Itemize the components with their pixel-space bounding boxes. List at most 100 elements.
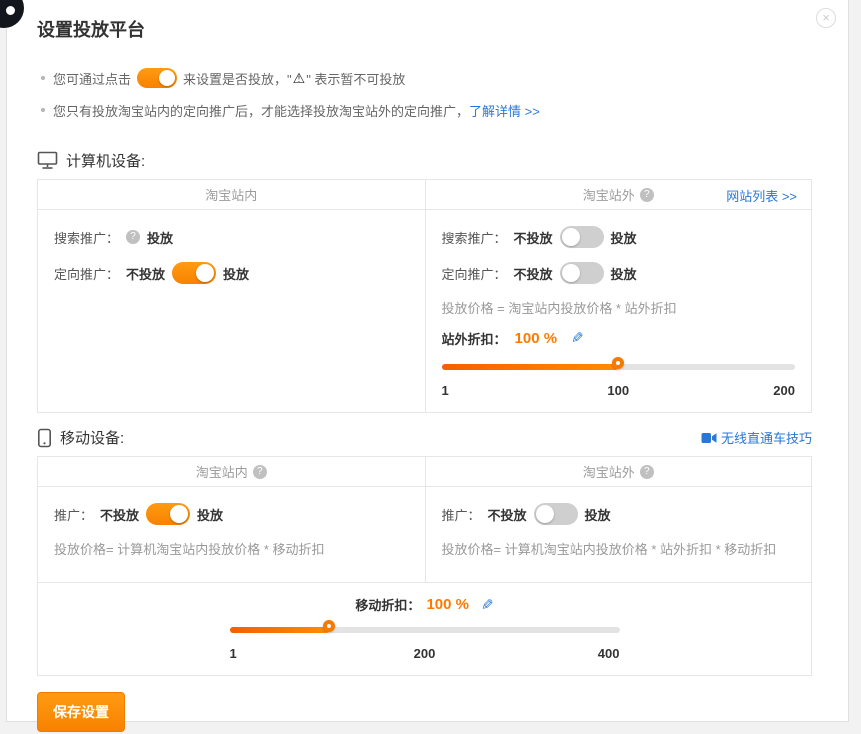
computer-offsite-header: 淘宝站外 ? 网站列表 >>: [425, 180, 812, 210]
mobile-discount-row: 移动折扣： 100 % ✎: [54, 595, 795, 614]
computer-offsite-search-toggle[interactable]: [560, 226, 604, 248]
computer-onsite-search-row: 搜索推广： ? 投放: [54, 226, 409, 248]
help-icon[interactable]: ?: [640, 188, 654, 202]
site-list-link[interactable]: 网站列表 >>: [726, 186, 797, 205]
toggle-off-label: 不投放: [514, 228, 553, 247]
computer-onsite-header: 淘宝站内: [38, 180, 425, 210]
toggle-on-label: 投放: [611, 264, 637, 283]
toggle-off-label: 不投放: [514, 264, 553, 283]
mobile-onsite-toggle[interactable]: [146, 503, 190, 525]
computer-offsite-header-label: 淘宝站外: [583, 185, 635, 204]
toggle-knob: [196, 264, 214, 282]
mobile-section-head: 移动设备: 无线直通车技巧: [37, 427, 812, 448]
mobile-video-icon: [701, 432, 717, 444]
close-icon[interactable]: ×: [816, 8, 836, 28]
tip-text: 您只有投放淘宝站内的定向推广后，才能选择投放淘宝站外的定向推广，: [53, 101, 469, 120]
slider-min-label: 1: [230, 646, 237, 661]
toggle-off-label: 不投放: [100, 505, 139, 524]
computer-offsite-search-row: 搜索推广： 不投放 投放: [442, 226, 796, 248]
computer-onsite-target-toggle[interactable]: [172, 262, 216, 284]
offsite-price-formula: 投放价格 = 淘宝站内投放价格 * 站外折扣: [442, 298, 796, 317]
mobile-slider-wrap: 1 200 400: [230, 620, 620, 661]
toggle-knob: [536, 505, 554, 523]
tip-toggle-usage: 您可通过点击 来设置是否投放，" ⚠ " 表示暂不可投放: [37, 66, 812, 90]
settings-dialog: × 设置投放平台 您可通过点击 来设置是否投放，" ⚠ " 表示暂不可投放 您只…: [6, 0, 849, 722]
edit-icon[interactable]: ✎: [571, 329, 584, 347]
offsite-discount-row: 站外折扣： 100 % ✎: [442, 327, 796, 349]
computer-section-head: 计算机设备:: [37, 150, 812, 171]
slider-mid-label: 100: [607, 383, 629, 398]
help-icon[interactable]: ?: [126, 230, 140, 244]
slider-handle[interactable]: [323, 620, 335, 632]
slider-fill: [230, 627, 329, 633]
mobile-discount-slider: [230, 620, 620, 640]
offsite-discount-slider: [442, 357, 796, 377]
mobile-discount-label: 移动折扣：: [355, 595, 420, 614]
computer-icon: [37, 151, 58, 170]
help-icon[interactable]: ?: [253, 465, 267, 479]
edit-icon[interactable]: ✎: [481, 596, 494, 614]
computer-panel-body: 搜索推广： ? 投放 定向推广： 不投放 投放 搜索推广： 不投放 投放: [38, 210, 811, 412]
computer-panel: 淘宝站内 淘宝站外 ? 网站列表 >> 搜索推广： ? 投放 定向推广： 不投放: [37, 179, 812, 413]
tip-text-end: " 表示暂不可投放: [306, 69, 405, 88]
mobile-panel-header: 淘宝站内 ? 淘宝站外 ?: [38, 457, 811, 487]
computer-offsite-target-row: 定向推广： 不投放 投放: [442, 262, 796, 284]
target-promo-label: 定向推广：: [442, 264, 507, 283]
wireless-tips-link[interactable]: 无线直通车技巧: [701, 428, 812, 447]
learn-more-link[interactable]: 了解详情 >>: [469, 101, 540, 120]
example-toggle: [137, 68, 177, 88]
slider-scale: 1 100 200: [442, 383, 796, 398]
search-promo-label: 搜索推广：: [442, 228, 507, 247]
tip-text-mid: 来设置是否投放，": [183, 69, 292, 88]
slider-handle[interactable]: [612, 357, 624, 369]
mobile-panel-body: 推广： 不投放 投放 投放价格= 计算机淘宝站内投放价格 * 移动折扣 推广： …: [38, 487, 811, 582]
tip-text-before: 您可通过点击: [53, 69, 131, 88]
slider-max-label: 200: [773, 383, 795, 398]
offsite-discount-value: 100 %: [515, 330, 558, 347]
promo-label: 推广：: [54, 505, 93, 524]
mobile-discount-footer: 移动折扣： 100 % ✎ 1 200 400: [38, 582, 811, 675]
help-icon[interactable]: ?: [640, 465, 654, 479]
mobile-offsite-header: 淘宝站外 ?: [425, 457, 812, 487]
search-promo-status: 投放: [147, 228, 173, 247]
toggle-knob: [159, 70, 175, 86]
mobile-section-title: 移动设备:: [60, 427, 124, 448]
wireless-tips-label: 无线直通车技巧: [721, 428, 812, 447]
toggle-on-label: 投放: [611, 228, 637, 247]
computer-onsite-target-row: 定向推广： 不投放 投放: [54, 262, 409, 284]
slider-scale: 1 200 400: [230, 646, 620, 661]
save-settings-button[interactable]: 保存设置: [37, 692, 125, 732]
computer-panel-header: 淘宝站内 淘宝站外 ? 网站列表 >>: [38, 180, 811, 210]
toggle-off-label: 不投放: [488, 505, 527, 524]
mobile-panel: 淘宝站内 ? 淘宝站外 ? 推广： 不投放 投放 投放价格= 计算机淘宝站内投放…: [37, 456, 812, 676]
toggle-knob: [562, 264, 580, 282]
computer-onsite-cell: 搜索推广： ? 投放 定向推广： 不投放 投放: [38, 210, 425, 412]
toggle-on-label: 投放: [197, 505, 223, 524]
mobile-offsite-header-label: 淘宝站外: [583, 462, 635, 481]
slider-max-label: 400: [598, 646, 620, 661]
mobile-onsite-header-label: 淘宝站内: [196, 462, 248, 481]
toggle-off-label: 不投放: [126, 264, 165, 283]
computer-onsite-header-label: 淘宝站内: [205, 185, 257, 204]
mobile-discount-value: 100 %: [426, 596, 469, 613]
mobile-offsite-price-formula: 投放价格= 计算机淘宝站内投放价格 * 站外折扣 * 移动折扣: [442, 539, 796, 558]
mobile-icon: [37, 428, 52, 448]
mobile-onsite-price-formula: 投放价格= 计算机淘宝站内投放价格 * 移动折扣: [54, 539, 409, 558]
promo-label: 推广：: [442, 505, 481, 524]
toggle-on-label: 投放: [585, 505, 611, 524]
computer-offsite-target-toggle[interactable]: [560, 262, 604, 284]
mobile-onsite-promo-row: 推广： 不投放 投放: [54, 503, 409, 525]
mobile-onsite-cell: 推广： 不投放 投放 投放价格= 计算机淘宝站内投放价格 * 移动折扣: [38, 487, 425, 582]
page-title: 设置投放平台: [37, 16, 812, 42]
tip-targeting-rule: 您只有投放淘宝站内的定向推广后，才能选择投放淘宝站外的定向推广， 了解详情 >>: [37, 98, 812, 122]
slider-min-label: 1: [442, 383, 449, 398]
toggle-knob: [562, 228, 580, 246]
computer-offsite-cell: 搜索推广： 不投放 投放 定向推广： 不投放 投放 投放价格 = 淘宝站内投放价…: [425, 210, 812, 412]
mobile-offsite-toggle[interactable]: [534, 503, 578, 525]
toggle-knob: [170, 505, 188, 523]
slider-fill: [442, 364, 619, 370]
mobile-onsite-header: 淘宝站内 ?: [38, 457, 425, 487]
mobile-offsite-cell: 推广： 不投放 投放 投放价格= 计算机淘宝站内投放价格 * 站外折扣 * 移动…: [425, 487, 812, 582]
tips-list: 您可通过点击 来设置是否投放，" ⚠ " 表示暂不可投放 您只有投放淘宝站内的定…: [37, 66, 812, 122]
slider-mid-label: 200: [414, 646, 436, 661]
